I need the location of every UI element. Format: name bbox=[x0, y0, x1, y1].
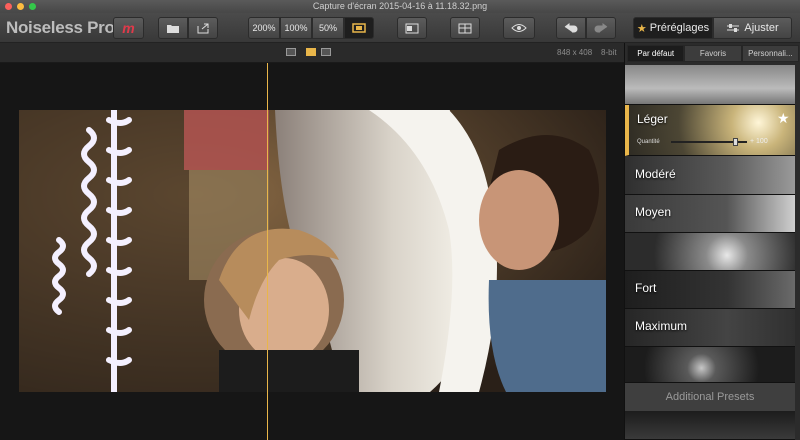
star-icon: ★ bbox=[636, 22, 647, 35]
redo-button[interactable] bbox=[586, 17, 616, 39]
app-name: Noiseless Pro bbox=[6, 18, 115, 37]
preset-item-7[interactable] bbox=[625, 347, 795, 383]
preset-item-0[interactable] bbox=[625, 65, 795, 105]
preset-item-moderate[interactable]: Modéré bbox=[625, 156, 795, 195]
panel-scrollbar[interactable] bbox=[795, 63, 800, 440]
share-button[interactable] bbox=[188, 17, 218, 39]
image-canvas[interactable] bbox=[0, 63, 624, 440]
compare-view-button[interactable] bbox=[450, 17, 480, 39]
presets-panel: Par défaut Favoris Personnali... Léger ★… bbox=[624, 43, 800, 440]
share-icon bbox=[197, 23, 209, 34]
redo-icon bbox=[594, 23, 608, 33]
photo-preview bbox=[19, 110, 606, 392]
preview-button[interactable] bbox=[503, 17, 535, 39]
preset-item-partial[interactable] bbox=[625, 411, 795, 440]
grid-icon bbox=[458, 23, 472, 33]
presets-tab-label: Préréglages bbox=[649, 22, 710, 34]
preset-item-light[interactable]: Léger ★ Quantité + 100 bbox=[625, 105, 795, 156]
macphun-logo-button[interactable]: m bbox=[113, 17, 144, 39]
additional-presets-button[interactable]: Additional Presets bbox=[625, 383, 795, 411]
preset-item-maximum[interactable]: Maximum bbox=[625, 309, 795, 347]
image-bit-depth: 8-bit bbox=[601, 48, 617, 57]
fit-screen-icon bbox=[352, 23, 366, 33]
eye-icon bbox=[511, 24, 527, 32]
quantity-slider-thumb[interactable] bbox=[733, 138, 739, 146]
split-view-icon[interactable] bbox=[306, 48, 316, 56]
tab-default[interactable]: Par défaut bbox=[627, 45, 685, 62]
preset-category-tabs: Par défaut Favoris Personnali... bbox=[627, 45, 799, 62]
minimize-window-button[interactable] bbox=[17, 3, 24, 10]
side-by-side-view-icon[interactable] bbox=[321, 48, 331, 56]
zoom-window-button[interactable] bbox=[29, 3, 36, 10]
quantity-slider[interactable] bbox=[671, 138, 747, 146]
presets-tab-button[interactable]: ★ Préréglages bbox=[633, 17, 713, 39]
zoom-50-button[interactable]: 50% bbox=[312, 17, 344, 39]
undo-icon bbox=[564, 23, 578, 33]
main-toolbar: Noiseless Pro m 200% 100% 50% ★ Prérégla… bbox=[0, 13, 800, 43]
preset-label-light: Léger bbox=[637, 112, 668, 126]
preset-item-medium[interactable]: Moyen bbox=[625, 195, 795, 233]
split-view-divider[interactable] bbox=[267, 63, 268, 440]
zoom-200-button[interactable]: 200% bbox=[248, 17, 280, 39]
preset-item-strong[interactable]: Fort bbox=[625, 271, 795, 309]
quantity-value: + 100 bbox=[750, 138, 768, 145]
toggle-panel-button[interactable] bbox=[397, 17, 427, 39]
favorite-star-icon[interactable]: ★ bbox=[777, 110, 790, 127]
window-title: Capture d'écran 2015-04-16 à 11.18.32.pn… bbox=[312, 1, 488, 11]
adjust-tab-button[interactable]: Ajuster bbox=[713, 17, 792, 39]
quantity-label: Quantité bbox=[637, 139, 660, 145]
view-mode-bar: 848 x 408 8-bit bbox=[0, 43, 624, 63]
macphun-logo-icon: m bbox=[122, 20, 135, 36]
adjust-tab-label: Ajuster bbox=[744, 22, 779, 34]
window-icon bbox=[405, 23, 419, 33]
image-dimensions: 848 x 408 bbox=[557, 48, 593, 57]
single-view-icon[interactable] bbox=[286, 48, 296, 56]
fit-to-screen-button[interactable] bbox=[344, 17, 374, 39]
photo-image bbox=[19, 110, 606, 392]
tab-custom[interactable]: Personnali... bbox=[741, 45, 799, 62]
sliders-icon bbox=[727, 24, 740, 32]
undo-button[interactable] bbox=[556, 17, 586, 39]
window-titlebar: Capture d'écran 2015-04-16 à 11.18.32.pn… bbox=[0, 0, 800, 13]
open-button[interactable] bbox=[158, 17, 188, 39]
tab-favorites[interactable]: Favoris bbox=[684, 45, 742, 62]
folder-icon bbox=[167, 24, 179, 33]
close-window-button[interactable] bbox=[5, 3, 12, 10]
zoom-100-button[interactable]: 100% bbox=[280, 17, 312, 39]
preset-item-4[interactable] bbox=[625, 233, 795, 271]
